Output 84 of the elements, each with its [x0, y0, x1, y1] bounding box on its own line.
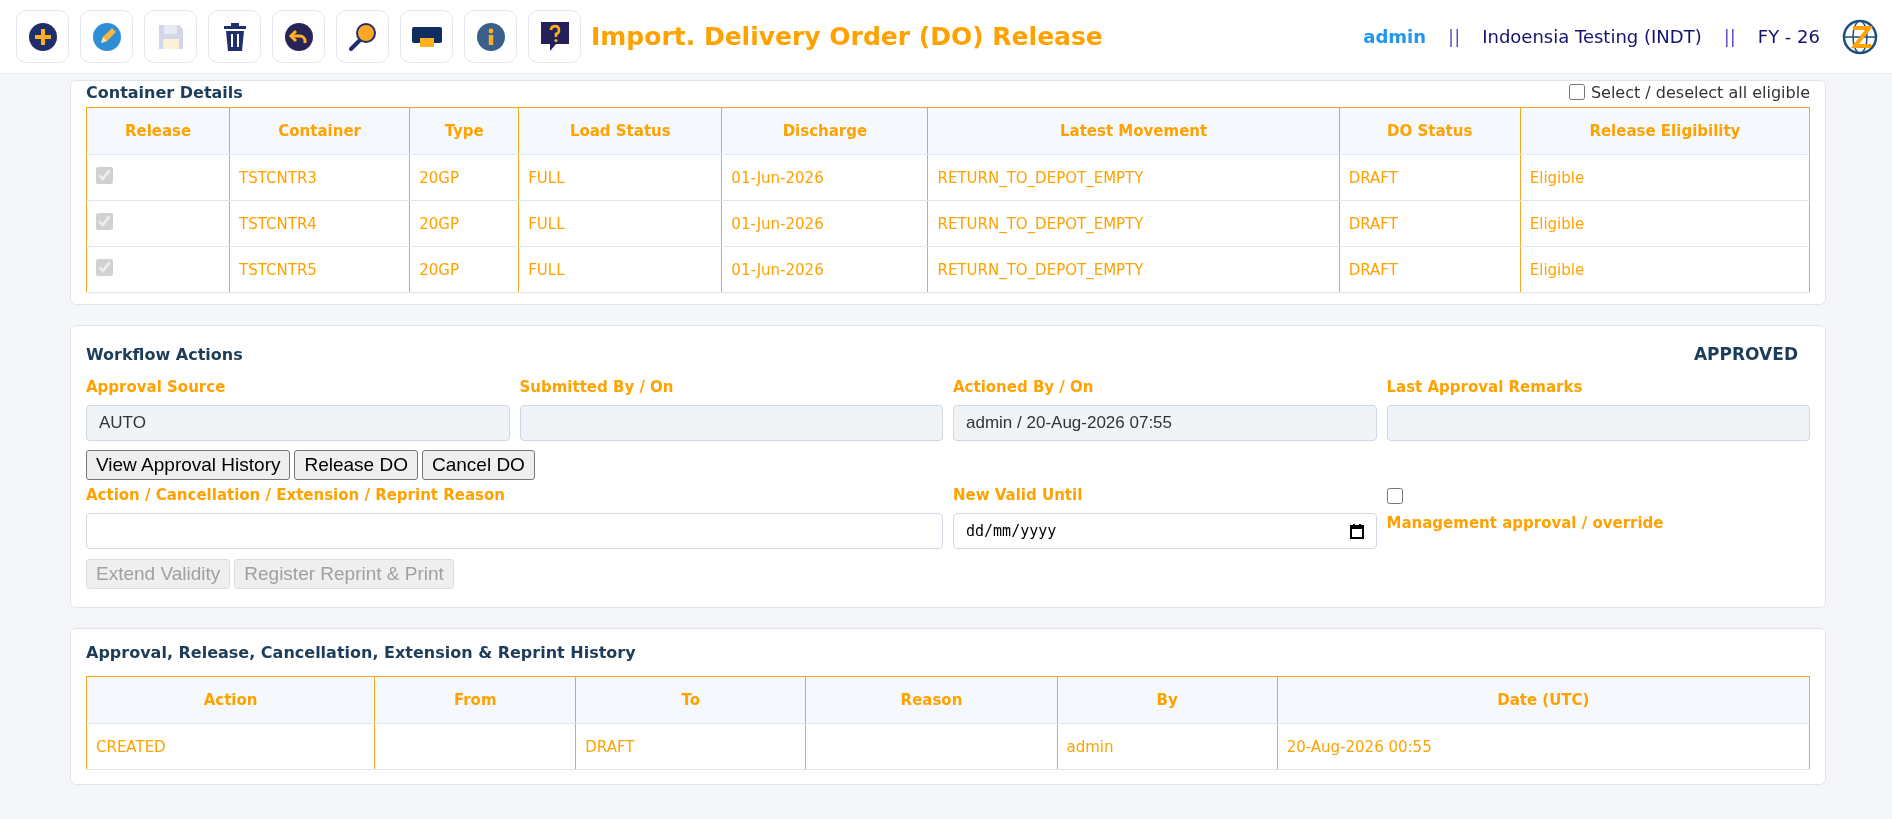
column-header: Type: [409, 107, 519, 155]
table-cell: 01-Jun-2026: [721, 200, 928, 247]
column-header: Discharge: [721, 107, 928, 155]
print-button[interactable]: [400, 10, 453, 63]
table-cell: TSTCNTR3: [229, 154, 410, 201]
table-cell: RETURN_TO_DEPOT_EMPTY: [927, 200, 1340, 247]
table-cell: Eligible: [1520, 246, 1810, 293]
readonly-field: admin / 20-Aug-2026 07:55: [953, 405, 1377, 441]
table-cell: 20GP: [409, 200, 519, 247]
help-icon: [539, 20, 570, 53]
column-header: Container: [229, 107, 410, 155]
calendar-icon: [1349, 523, 1364, 539]
undo-button[interactable]: [272, 10, 325, 63]
column-header: DO Status: [1339, 107, 1521, 155]
table-cell: RETURN_TO_DEPOT_EMPTY: [927, 246, 1340, 293]
column-header: Release Eligibility: [1520, 107, 1810, 155]
field-label: Last Approval Remarks: [1386, 378, 1584, 398]
add-button[interactable]: [16, 10, 69, 63]
table-cell: RETURN_TO_DEPOT_EMPTY: [927, 154, 1340, 201]
table-cell: DRAFT: [1339, 246, 1521, 293]
help-button[interactable]: [528, 10, 581, 63]
column-header: Release: [86, 107, 230, 155]
section-title: Workflow Actions: [86, 344, 243, 364]
column-header: Reason: [805, 676, 1058, 724]
search-icon: [346, 20, 379, 53]
column-header: From: [374, 676, 576, 724]
table-cell: 20GP: [409, 246, 519, 293]
action-button[interactable]: View Approval History: [86, 450, 291, 480]
table-cell: DRAFT: [1339, 154, 1521, 201]
globe-logo-icon: [1842, 18, 1878, 55]
checkbox-label: Management approval / override: [1386, 514, 1665, 534]
column-header: Load Status: [518, 107, 722, 155]
table-cell: 01-Jun-2026: [721, 246, 928, 293]
table-cell: TSTCNTR5: [229, 246, 410, 293]
column-header: To: [575, 676, 806, 724]
user-name: admin: [1363, 26, 1427, 47]
table-cell: admin: [1057, 723, 1278, 770]
table-cell: DRAFT: [575, 723, 806, 770]
table-cell: FULL: [518, 154, 722, 201]
info-icon: [475, 21, 506, 52]
delete-button[interactable]: [208, 10, 261, 63]
info-button[interactable]: [464, 10, 517, 63]
trash-icon: [221, 21, 248, 52]
edit-button[interactable]: [80, 10, 133, 63]
override-checkbox[interactable]: [1386, 488, 1403, 504]
fiscal-year: FY - 26: [1757, 26, 1820, 47]
table-cell: 01-Jun-2026: [721, 154, 928, 201]
section-title: Approval, Release, Cancellation, Extension & Reprint History: [86, 643, 637, 662]
table-cell: FULL: [518, 200, 722, 247]
field-label: Approval Source: [86, 378, 227, 398]
field-label: Submitted By / On: [519, 378, 675, 398]
table-cell: 20-Aug-2026 00:55: [1277, 723, 1810, 770]
column-header: By: [1057, 676, 1278, 724]
status-label: APPROVED: [1693, 344, 1798, 364]
separator: ||: [1448, 26, 1461, 47]
page-title: Import. Delivery Order (DO) Release: [591, 22, 1103, 51]
separator: ||: [1723, 26, 1736, 47]
table-cell: Eligible: [1520, 154, 1810, 201]
column-header: Action: [86, 676, 375, 724]
date-field[interactable]: dd/mm/yyyy: [953, 513, 1377, 549]
column-header: Date (UTC): [1277, 676, 1810, 724]
reason-field[interactable]: [86, 513, 943, 549]
company-name: Indoensia Testing (INDT): [1482, 26, 1702, 47]
section-title: Container Details: [86, 82, 243, 102]
table-cell: CREATED: [86, 723, 375, 770]
search-button[interactable]: [336, 10, 389, 63]
add-icon: [27, 21, 58, 52]
action-button[interactable]: Cancel DO: [421, 450, 535, 480]
table-cell: FULL: [518, 246, 722, 293]
readonly-field: AUTO: [86, 405, 510, 441]
undo-icon: [283, 21, 314, 52]
field-label: Actioned By / On: [953, 378, 1095, 398]
table-cell: 20GP: [409, 154, 519, 201]
table-cell: DRAFT: [1339, 200, 1521, 247]
date-placeholder: dd/mm/yyyy: [966, 522, 1057, 540]
field-label: Action / Cancellation / Extension / Reprint Reason: [86, 486, 506, 506]
table-cell: TSTCNTR4: [229, 200, 410, 247]
column-header: Latest Movement: [927, 107, 1340, 155]
action-button[interactable]: Release DO: [294, 450, 418, 480]
table-cell: Eligible: [1520, 200, 1810, 247]
pencil-icon: [91, 21, 122, 52]
select-all-checkbox[interactable]: [1568, 84, 1585, 100]
checkbox-label: Select / deselect all eligible: [1590, 82, 1810, 102]
field-label: New Valid Until: [953, 486, 1084, 506]
